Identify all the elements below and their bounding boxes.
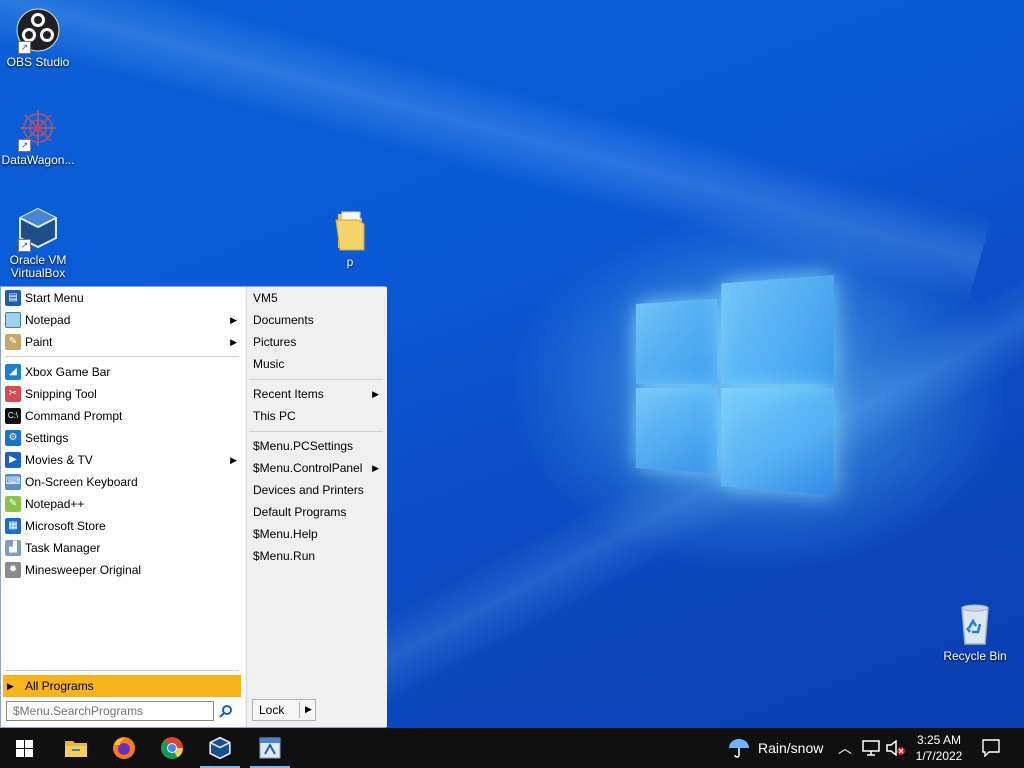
menu-item-on-screen-keyboard[interactable]: ⌨ On-Screen Keyboard [3,471,241,493]
umbrella-icon[interactable] [728,737,750,759]
lock-button[interactable]: Lock ▶ [252,699,316,721]
start-menu: ▤ Start Menu Notepad ▶ ✎ Paint ▶ ◢ Xbox … [0,286,387,728]
search-icon[interactable] [219,704,233,718]
desktop-icon-label: OBS Studio [6,55,70,69]
desktop-icon-label: Recycle Bin [943,649,1007,663]
submenu-arrow-icon: ▶ [230,455,237,465]
menu-separator [249,379,383,380]
start-menu-icon: ▤ [5,290,21,306]
submenu-arrow-icon: ▶ [230,337,237,347]
menu-separator [5,670,239,671]
play-icon: ▶ [5,452,21,468]
scissors-icon: ✂ [5,386,21,402]
network-icon[interactable] [862,740,880,756]
weather-text[interactable]: Rain/snow [758,728,823,768]
place-this-pc[interactable]: This PC [253,405,381,427]
shortcut-arrow-icon: ↗ [18,41,31,54]
desktop-icon-label: DataWagon... [1,153,75,167]
taskbar-file-explorer[interactable] [52,728,100,768]
menu-item-paint[interactable]: ✎ Paint ▶ [3,331,241,353]
clock-date: 1/7/2022 [915,749,963,763]
taskbar: Rain/snow ︿ 3:25 AM 1/7/2022 [0,728,1024,768]
virtualbox-icon [209,736,231,760]
store-icon: ▦ [5,518,21,534]
light-beam [0,0,992,304]
submenu-arrow-icon: ▶ [372,389,379,399]
terminal-icon: C:\ [5,408,21,424]
desktop-icon-label: p [346,255,354,269]
minesweeper-icon: ✹ [5,562,21,578]
desktop-icon-obs-studio[interactable]: ↗ OBS Studio [0,8,76,69]
datawagon-icon: ↗ [16,106,60,152]
menu-separator [249,431,383,432]
virtualbox-icon: ↗ [16,206,60,252]
place-devices-printers[interactable]: Devices and Printers [253,479,381,501]
start-button[interactable] [0,728,48,768]
menu-separator [5,356,239,357]
firefox-icon [113,737,135,759]
place-pc-settings[interactable]: $Menu.PCSettings [253,435,381,457]
xbox-icon: ◢ [5,364,21,380]
notepadpp-icon: ✎ [5,496,21,512]
menu-item-notepadpp[interactable]: ✎ Notepad++ [3,493,241,515]
obs-studio-icon: ↗ [16,8,60,54]
show-hidden-icons-chevron-icon[interactable]: ︿ [838,728,852,768]
start-menu-places: VM5 Documents Pictures Music Recent Item… [246,287,387,727]
action-center-icon[interactable] [982,739,1000,757]
keyboard-icon: ⌨ [5,474,21,490]
menu-item-microsoft-store[interactable]: ▦ Microsoft Store [3,515,241,537]
desktop-icon-folder-p[interactable]: p [312,208,388,269]
desktop-icon-virtualbox[interactable]: ↗ Oracle VM VirtualBox [0,206,76,280]
place-pictures[interactable]: Pictures [253,331,381,353]
shortcut-arrow-icon: ↗ [18,239,31,252]
volume-muted-icon[interactable] [886,740,906,756]
chrome-icon [161,737,183,759]
menu-item-start-menu[interactable]: ▤ Start Menu [3,287,241,309]
place-control-panel[interactable]: $Menu.ControlPanel ▶ [253,457,381,479]
menu-item-minesweeper[interactable]: ✹ Minesweeper Original [3,559,241,581]
menu-item-xbox-game-bar[interactable]: ◢ Xbox Game Bar [3,361,241,383]
menu-item-settings[interactable]: ⚙ Settings [3,427,241,449]
taskbar-classic-shell[interactable] [246,728,294,768]
menu-item-command-prompt[interactable]: C:\ Command Prompt [3,405,241,427]
folder-icon [328,208,372,252]
all-programs-button[interactable]: ▶ All Programs [3,675,241,697]
task-manager-icon: ▟ [5,540,21,556]
app-window-icon [259,737,281,759]
menu-item-task-manager[interactable]: ▟ Task Manager [3,537,241,559]
menu-item-snipping-tool[interactable]: ✂ Snipping Tool [3,383,241,405]
clock-time: 3:25 AM [916,733,962,747]
desktop-icon-label: Oracle VM VirtualBox [9,253,67,280]
place-vm5[interactable]: VM5 [253,287,381,309]
recycle-bin-icon [953,602,997,646]
submenu-arrow-icon: ▶ [372,463,379,473]
menu-item-movies-tv[interactable]: ▶ Movies & TV ▶ [3,449,241,471]
start-menu-programs: ▤ Start Menu Notepad ▶ ✎ Paint ▶ ◢ Xbox … [1,287,245,727]
taskbar-chrome[interactable] [148,728,196,768]
desktop-icon-datawagon[interactable]: ↗ DataWagon... [0,106,76,167]
place-recent-items[interactable]: Recent Items ▶ [253,383,381,405]
file-explorer-icon [65,741,87,757]
taskbar-firefox[interactable] [100,728,148,768]
shortcut-arrow-icon: ↗ [18,139,31,152]
search-programs-input[interactable] [6,701,214,721]
place-documents[interactable]: Documents [253,309,381,331]
desktop-icon-recycle-bin[interactable]: Recycle Bin [937,602,1013,663]
menu-item-notepad[interactable]: Notepad ▶ [3,309,241,331]
windows-wallpaper-logo [636,274,839,496]
place-music[interactable]: Music [253,353,381,375]
taskbar-virtualbox[interactable] [196,728,244,768]
button-divider [299,702,300,718]
place-default-programs[interactable]: Default Programs [253,501,381,523]
place-run[interactable]: $Menu.Run [253,545,381,567]
paint-icon: ✎ [5,334,21,350]
clock[interactable]: 3:25 AM 1/7/2022 [912,732,966,764]
gear-icon: ⚙ [5,430,21,446]
expand-arrow-icon: ▶ [7,681,14,691]
windows-logo-icon [16,740,33,757]
notepad-icon [5,312,21,328]
power-options-arrow-icon[interactable]: ▶ [305,704,312,715]
submenu-arrow-icon: ▶ [230,315,237,325]
place-help[interactable]: $Menu.Help [253,523,381,545]
